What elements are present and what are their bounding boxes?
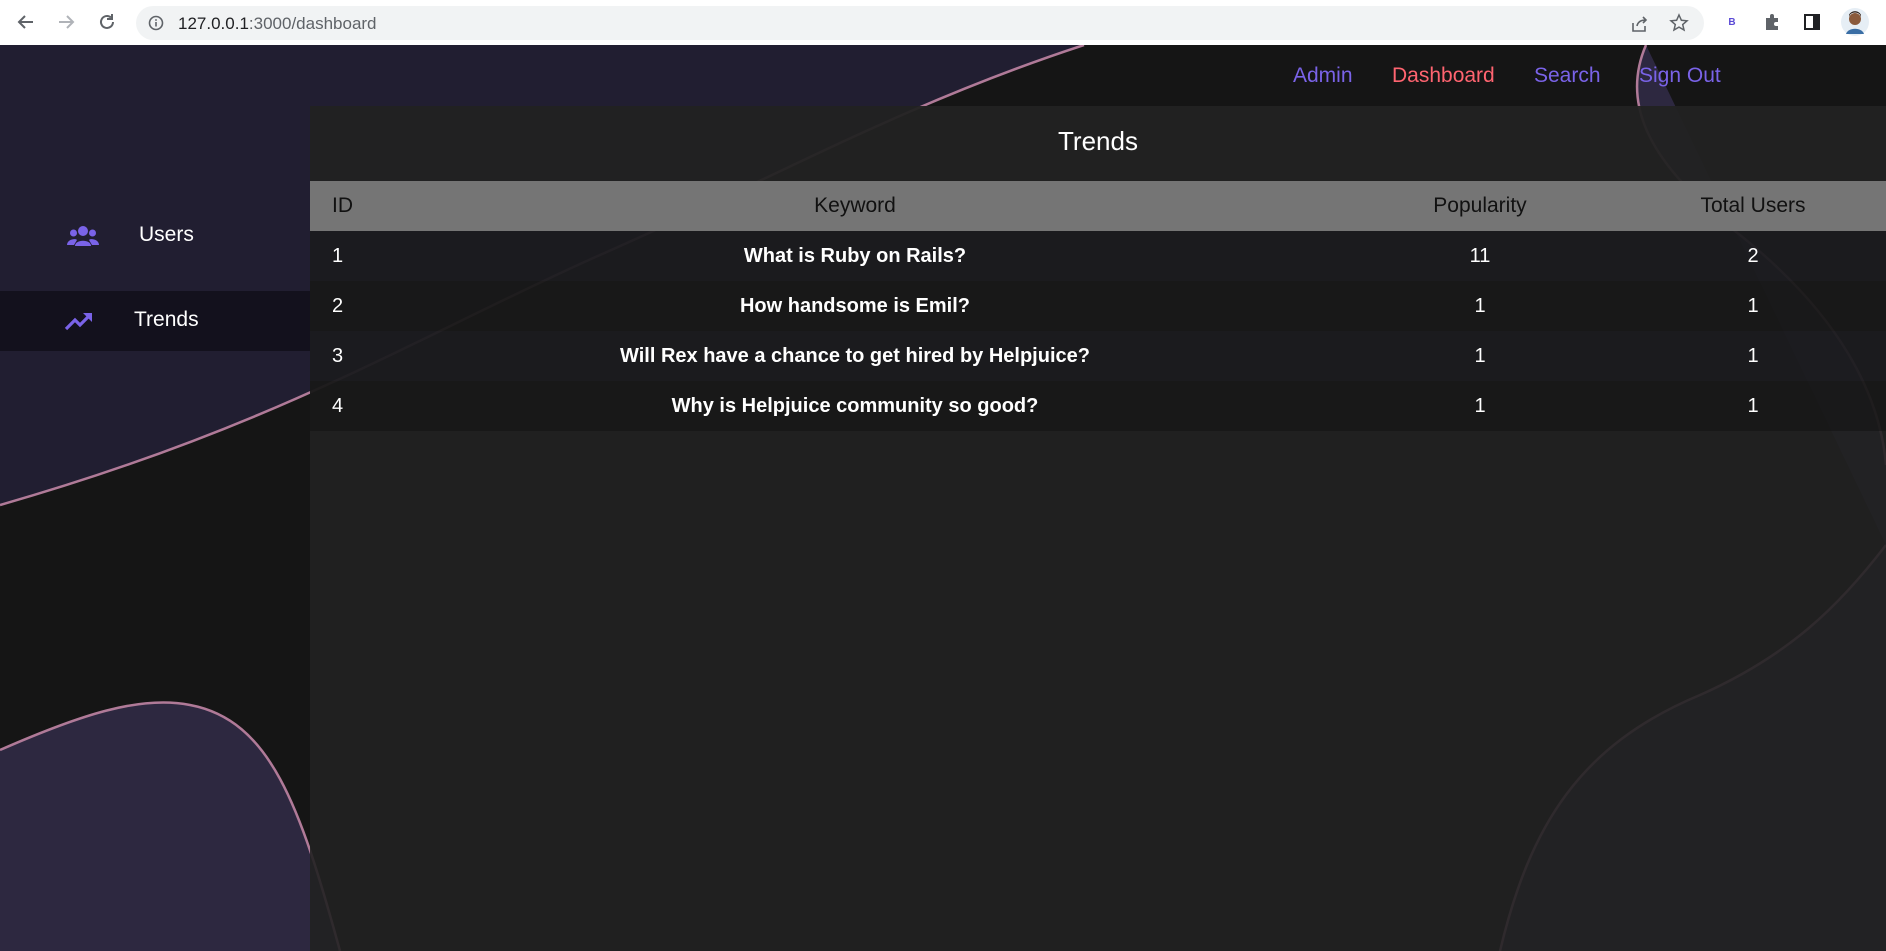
cell-id: 4 [332, 394, 344, 417]
forward-icon[interactable] [54, 10, 78, 34]
nav-search-link[interactable]: Search [1534, 64, 1601, 88]
cell-total-users: 2 [1747, 244, 1759, 267]
reload-icon[interactable] [95, 10, 119, 34]
browser-toolbar: 127.0.0.1:3000/dashboard B [0, 0, 1886, 45]
trending-up-icon [62, 307, 96, 335]
back-icon[interactable] [14, 10, 38, 34]
page: Admin Dashboard Search Sign Out Users Tr… [0, 45, 1886, 951]
nav-sign-out-link[interactable]: Sign Out [1639, 64, 1721, 88]
users-icon [66, 222, 100, 250]
share-icon[interactable] [1630, 14, 1650, 34]
cell-id: 3 [332, 344, 344, 367]
cell-keyword: What is Ruby on Rails? [743, 244, 967, 267]
column-header-popularity: Popularity [1433, 194, 1527, 217]
url-text: 127.0.0.1:3000/dashboard [178, 14, 377, 34]
cell-popularity: 1 [1474, 344, 1486, 367]
profile-avatar[interactable] [1840, 7, 1870, 37]
bookmark-star-icon[interactable] [1669, 13, 1689, 33]
trends-panel: Trends ID Keyword Popularity Total Users… [310, 106, 1886, 951]
table-row: 4 Why is Helpjuice community so good? 1 … [310, 381, 1886, 431]
cell-total-users: 1 [1747, 294, 1759, 317]
sidebar-item-users[interactable]: Users [0, 206, 310, 266]
trends-table: ID Keyword Popularity Total Users 1 What… [310, 181, 1886, 431]
nav-dashboard-link[interactable]: Dashboard [1392, 64, 1495, 88]
side-panel-icon[interactable] [1800, 10, 1824, 34]
cell-id: 2 [332, 294, 344, 317]
cell-popularity: 11 [1469, 244, 1491, 267]
extension-badge: B [1728, 16, 1736, 28]
table-row: 3 Will Rex have a chance to get hired by… [310, 331, 1886, 381]
page-title: Trends [1058, 126, 1138, 156]
table-row: 1 What is Ruby on Rails? 11 2 [310, 231, 1886, 281]
cell-total-users: 1 [1747, 394, 1759, 417]
site-info-icon[interactable] [148, 15, 164, 31]
url-path: :3000/dashboard [248, 14, 377, 33]
cell-keyword: Why is Helpjuice community so good? [671, 394, 1039, 417]
url-host: 127.0.0.1 [178, 14, 249, 33]
cell-keyword: Will Rex have a chance to get hired by H… [620, 344, 1090, 367]
column-header-total-users: Total Users [1700, 194, 1806, 217]
extensions-puzzle-icon[interactable] [1760, 10, 1784, 34]
address-bar[interactable]: 127.0.0.1:3000/dashboard [136, 6, 1704, 40]
table-header-row: ID Keyword Popularity Total Users [310, 181, 1886, 231]
column-header-keyword: Keyword [814, 194, 896, 217]
top-nav: Admin Dashboard Search Sign Out [0, 45, 1886, 106]
cell-keyword: How handsome is Emil? [739, 294, 971, 317]
panel-header: Trends [310, 106, 1886, 181]
cell-popularity: 1 [1474, 294, 1486, 317]
nav-admin-link[interactable]: Admin [1293, 64, 1353, 88]
sidebar-item-label: Users [139, 223, 194, 246]
extension-b-icon[interactable]: B [1720, 10, 1744, 34]
sidebar: Users Trends [0, 106, 310, 951]
sidebar-item-label: Trends [134, 308, 199, 331]
cell-popularity: 1 [1474, 394, 1486, 417]
sidebar-item-trends[interactable]: Trends [0, 291, 310, 351]
cell-total-users: 1 [1747, 344, 1759, 367]
cell-id: 1 [332, 244, 344, 267]
table-row: 2 How handsome is Emil? 1 1 [310, 281, 1886, 331]
column-header-id: ID [332, 194, 353, 217]
